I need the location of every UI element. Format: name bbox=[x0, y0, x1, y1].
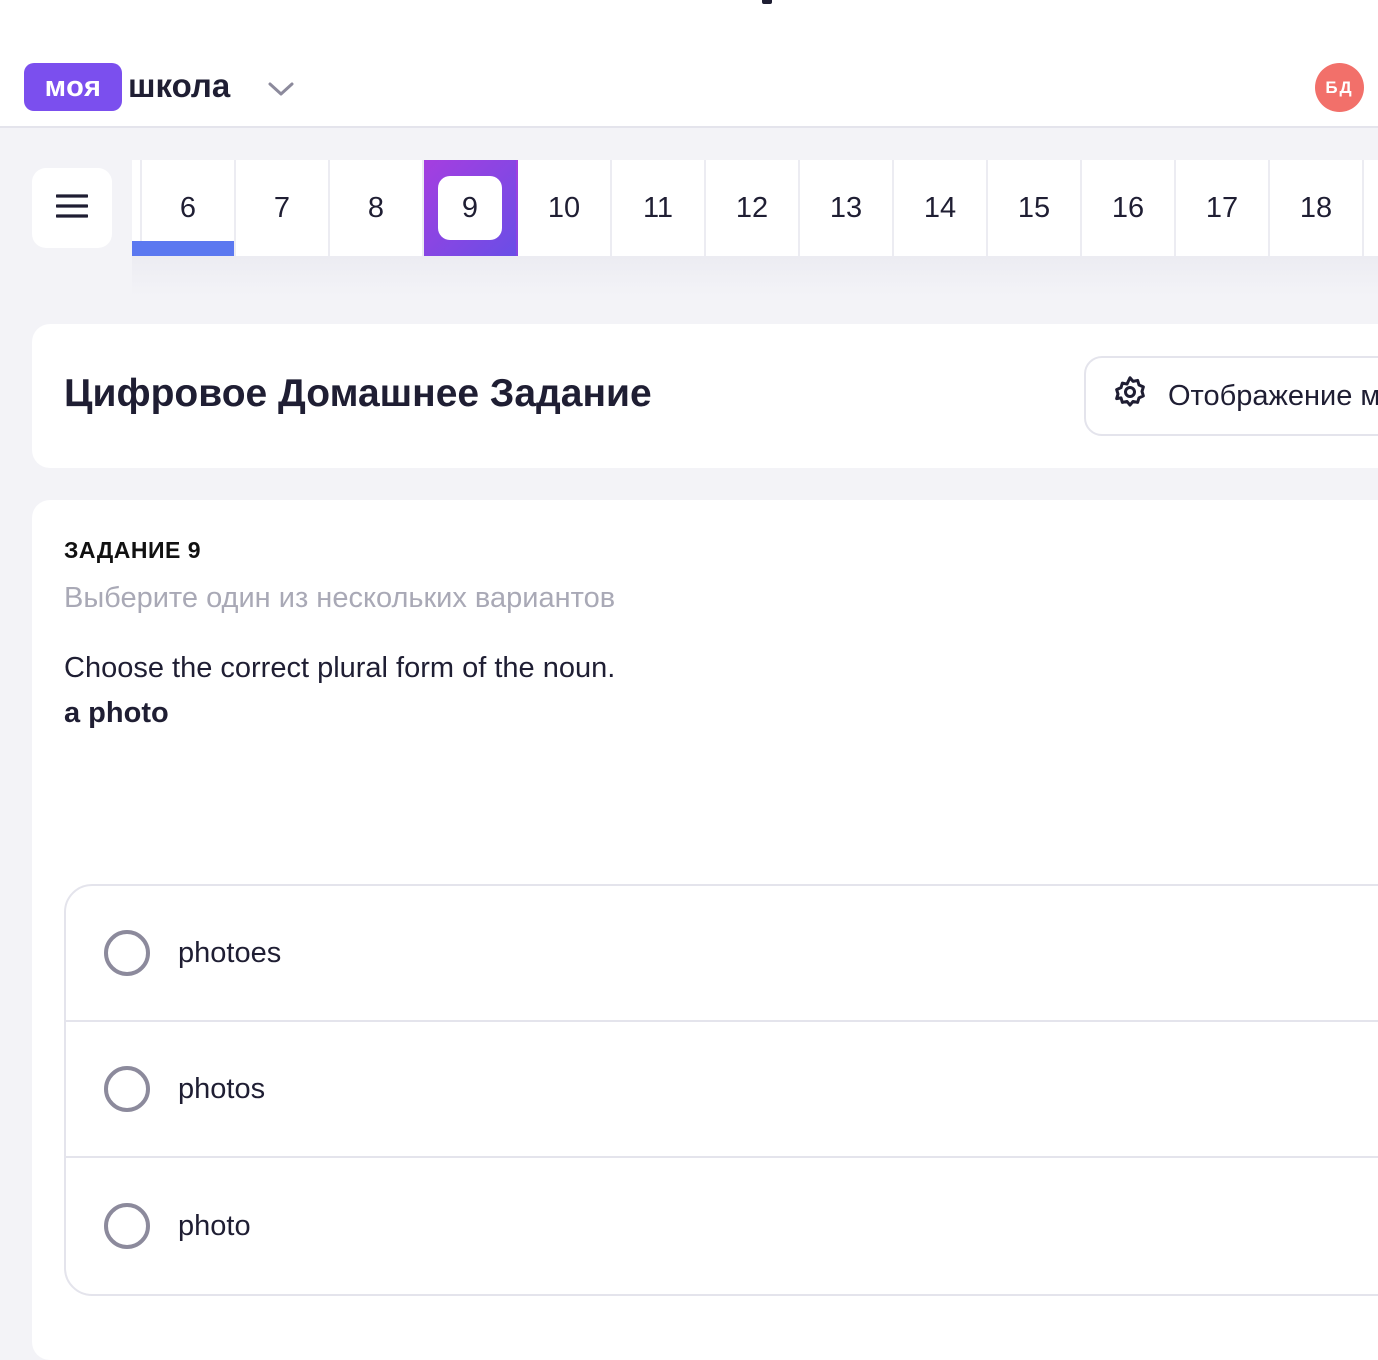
answer-option[interactable]: photoes bbox=[66, 886, 1378, 1022]
pager-item-18[interactable]: 18 bbox=[1270, 160, 1364, 256]
chevron-down-icon[interactable] bbox=[266, 78, 296, 100]
pager-item-label: 17 bbox=[1205, 191, 1239, 224]
pager-item-12[interactable]: 12 bbox=[706, 160, 800, 256]
task-question: Choose the correct plural form of the no… bbox=[64, 652, 616, 684]
answer-options: photoes photos photo bbox=[64, 884, 1378, 1296]
pager-item-8[interactable]: 8 bbox=[330, 160, 424, 256]
pager-item-label: 9 bbox=[461, 191, 479, 224]
radio-button[interactable] bbox=[104, 930, 150, 976]
pager-item-13[interactable]: 13 bbox=[800, 160, 894, 256]
gear-icon bbox=[1112, 374, 1168, 418]
radio-button[interactable] bbox=[104, 1066, 150, 1112]
pager-item-label: 15 bbox=[1017, 191, 1051, 224]
pager-item-10[interactable]: 10 bbox=[518, 160, 612, 256]
display-settings-label: Отображение м bbox=[1168, 379, 1378, 412]
task-pager: 6 7 8 9 10 11 12 13 14 15 16 17 18 bbox=[132, 160, 1378, 256]
radio-button[interactable] bbox=[104, 1203, 150, 1249]
task-label: ЗАДАНИЕ 9 bbox=[64, 537, 202, 563]
menu-button[interactable] bbox=[32, 168, 112, 248]
answer-option[interactable]: photos bbox=[66, 1022, 1378, 1158]
task-hint: Выберите один из нескольких вариантов bbox=[64, 582, 616, 614]
pager-item-label: 10 bbox=[547, 191, 581, 224]
pager-item-7[interactable]: 7 bbox=[236, 160, 330, 256]
answer-option[interactable]: photo bbox=[66, 1158, 1378, 1294]
pager-item-9[interactable]: 9 bbox=[424, 160, 518, 256]
pager-item-label: 6 bbox=[179, 191, 197, 224]
option-label: photoes bbox=[178, 936, 282, 969]
app-header: моя школа БД bbox=[0, 0, 1378, 128]
pager-item-label: 13 bbox=[829, 191, 863, 224]
logo-badge[interactable]: моя bbox=[24, 63, 122, 111]
pager-item-label: 18 bbox=[1299, 191, 1333, 224]
pager-item-label: 11 bbox=[642, 191, 674, 224]
pager-item-17[interactable]: 17 bbox=[1176, 160, 1270, 256]
top-indicator bbox=[762, 0, 772, 4]
pager-item-16[interactable]: 16 bbox=[1082, 160, 1176, 256]
pager-item-11[interactable]: 11 bbox=[612, 160, 706, 256]
pager-item-label: 14 bbox=[923, 191, 957, 224]
logo-text[interactable]: школа bbox=[128, 64, 230, 108]
option-label: photos bbox=[178, 1072, 266, 1105]
option-label: photo bbox=[178, 1209, 251, 1242]
pager-item-14[interactable]: 14 bbox=[894, 160, 988, 256]
pager-item-label: 8 bbox=[367, 191, 385, 224]
pager-item-label: 12 bbox=[735, 191, 769, 224]
pager-item-label: 16 bbox=[1111, 191, 1145, 224]
display-settings-button[interactable]: Отображение м bbox=[1084, 356, 1378, 436]
user-avatar[interactable]: БД bbox=[1315, 63, 1364, 112]
task-word: a photo bbox=[64, 697, 169, 729]
active-item-chip: 9 bbox=[438, 176, 502, 240]
hamburger-icon bbox=[55, 193, 89, 224]
pager-item-label: 7 bbox=[273, 191, 291, 224]
pager-shadow bbox=[132, 256, 1378, 296]
pager-item-15[interactable]: 15 bbox=[988, 160, 1082, 256]
pager-item-6[interactable]: 6 bbox=[132, 160, 236, 256]
page-title: Цифровое Домашнее Задание bbox=[64, 372, 652, 415]
